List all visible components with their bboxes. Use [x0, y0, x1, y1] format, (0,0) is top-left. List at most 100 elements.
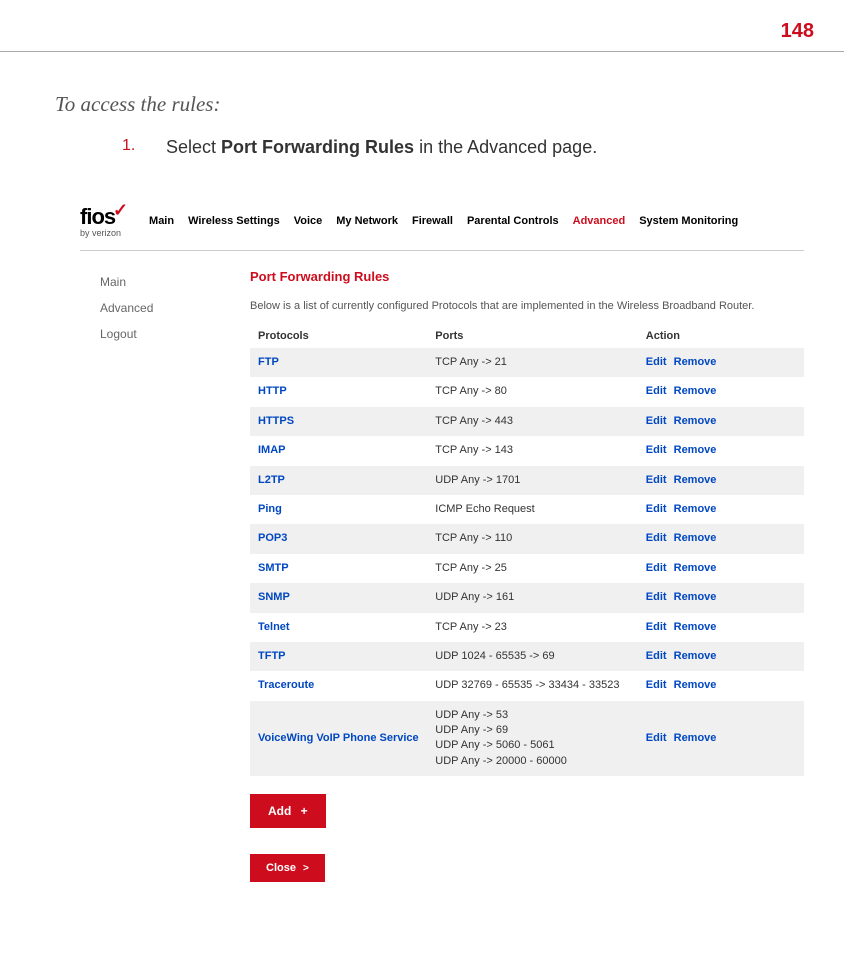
sidebar-item[interactable]: Logout	[100, 321, 250, 347]
remove-link[interactable]: Remove	[674, 621, 717, 633]
ports-cell: TCP Any -> 143	[427, 436, 638, 465]
remove-link[interactable]: Remove	[674, 444, 717, 456]
close-button[interactable]: Close >	[250, 854, 325, 882]
remove-link[interactable]: Remove	[674, 679, 717, 691]
remove-link[interactable]: Remove	[674, 591, 717, 603]
table-row: Ping ICMP Echo Request Edit Remove	[250, 495, 804, 524]
table-row: HTTPS TCP Any -> 443 Edit Remove	[250, 407, 804, 436]
ports-cell: ICMP Echo Request	[427, 495, 638, 524]
edit-link[interactable]: Edit	[646, 732, 667, 744]
edit-link[interactable]: Edit	[646, 444, 667, 456]
router-screenshot: fios ✓ by verizon Main Wireless Settings V…	[80, 198, 804, 882]
edit-link[interactable]: Edit	[646, 415, 667, 427]
remove-link[interactable]: Remove	[674, 474, 717, 486]
table-row: VoiceWing VoIP Phone ServiceUDP Any -> 5…	[250, 701, 804, 777]
chevron-right-icon: >	[303, 863, 309, 874]
table-row: SMTP TCP Any -> 25 Edit Remove	[250, 554, 804, 583]
remove-link[interactable]: Remove	[674, 415, 717, 427]
protocol-link[interactable]: IMAP	[258, 444, 286, 456]
ports-cell: UDP 1024 - 65535 -> 69	[427, 642, 638, 671]
remove-link[interactable]: Remove	[674, 732, 717, 744]
step-number: 1.	[122, 137, 135, 155]
remove-link[interactable]: Remove	[674, 385, 717, 397]
table-row: Telnet TCP Any -> 23 Edit Remove	[250, 613, 804, 642]
topnav-item[interactable]: Firewall	[412, 215, 453, 227]
remove-link[interactable]: Remove	[674, 650, 717, 662]
add-button-label: Add	[268, 804, 291, 818]
page-description: Below is a list of currently configured …	[250, 300, 804, 324]
topnav-item[interactable]: Advanced	[573, 215, 626, 227]
table-row: POP3 TCP Any -> 110 Edit Remove	[250, 524, 804, 553]
topnav-item[interactable]: Main	[149, 215, 174, 227]
table-row: TFTP UDP 1024 - 65535 -> 69 Edit Remove	[250, 642, 804, 671]
ports-cell: TCP Any -> 23	[427, 613, 638, 642]
protocol-link[interactable]: TFTP	[258, 650, 286, 662]
table-row: FTP TCP Any -> 21 Edit Remove	[250, 348, 804, 377]
main-content: Port Forwarding Rules Below is a list of…	[250, 265, 804, 882]
col-ports: Ports	[427, 324, 638, 348]
sidebar-item[interactable]: Main	[100, 269, 250, 295]
edit-link[interactable]: Edit	[646, 503, 667, 515]
ports-cell: TCP Any -> 21	[427, 348, 638, 377]
top-nav: Main Wireless Settings Voice My Network Fire…	[141, 215, 804, 227]
ports-cell: UDP Any -> 1701	[427, 466, 638, 495]
edit-link[interactable]: Edit	[646, 679, 667, 691]
ports-cell: TCP Any -> 80	[427, 377, 638, 406]
sidebar-item[interactable]: Advanced	[100, 295, 250, 321]
protocol-link[interactable]: SNMP	[258, 591, 290, 603]
ports-cell: UDP 32769 - 65535 -> 33434 - 33523	[427, 671, 638, 700]
protocol-link[interactable]: HTTPS	[258, 415, 294, 427]
step-text-bold: Port Forwarding Rules	[221, 137, 414, 157]
page-number: 148	[0, 0, 844, 51]
remove-link[interactable]: Remove	[674, 356, 717, 368]
protocol-link[interactable]: SMTP	[258, 562, 289, 574]
fios-logo: fios ✓ by verizon	[80, 204, 121, 238]
edit-link[interactable]: Edit	[646, 474, 667, 486]
table-row: Traceroute UDP 32769 - 65535 -> 33434 - 3…	[250, 671, 804, 700]
router-header: fios ✓ by verizon Main Wireless Settings V…	[80, 198, 804, 246]
topnav-item[interactable]: My Network	[336, 215, 398, 227]
remove-link[interactable]: Remove	[674, 562, 717, 574]
protocol-link[interactable]: HTTP	[258, 385, 287, 397]
protocol-link[interactable]: L2TP	[258, 474, 285, 486]
close-button-label: Close	[266, 862, 296, 874]
plus-icon: +	[301, 804, 308, 818]
ports-cell: TCP Any -> 25	[427, 554, 638, 583]
protocol-link[interactable]: Traceroute	[258, 679, 314, 691]
page-title: Port Forwarding Rules	[250, 265, 804, 300]
col-protocols: Protocols	[250, 324, 427, 348]
edit-link[interactable]: Edit	[646, 621, 667, 633]
protocol-link[interactable]: Ping	[258, 503, 282, 515]
topnav-item[interactable]: Wireless Settings	[188, 215, 280, 227]
ports-cell: UDP Any -> 161	[427, 583, 638, 612]
remove-link[interactable]: Remove	[674, 532, 717, 544]
rules-table: Protocols Ports Action FTP TCP Any -> 21 E…	[250, 324, 804, 776]
protocol-link[interactable]: FTP	[258, 356, 279, 368]
edit-link[interactable]: Edit	[646, 650, 667, 662]
topnav-item[interactable]: System Monitoring	[639, 215, 738, 227]
add-button[interactable]: Add +	[250, 794, 326, 828]
edit-link[interactable]: Edit	[646, 562, 667, 574]
ports-cell: TCP Any -> 110	[427, 524, 638, 553]
sidebar: MainAdvancedLogout	[80, 265, 250, 882]
logo-main: fios ✓	[80, 204, 115, 230]
ports-cell: TCP Any -> 443	[427, 407, 638, 436]
step-text-suffix: in the Advanced page.	[414, 137, 597, 157]
verizon-check-icon: ✓	[113, 200, 127, 221]
table-row: HTTP TCP Any -> 80 Edit Remove	[250, 377, 804, 406]
topnav-item[interactable]: Parental Controls	[467, 215, 559, 227]
table-row: L2TP UDP Any -> 1701 Edit Remove	[250, 466, 804, 495]
protocol-link[interactable]: VoiceWing VoIP Phone Service	[258, 732, 419, 744]
remove-link[interactable]: Remove	[674, 503, 717, 515]
edit-link[interactable]: Edit	[646, 532, 667, 544]
step-1: 1. Select Port Forwarding Rules in the A…	[0, 127, 844, 188]
topnav-item[interactable]: Voice	[294, 215, 323, 227]
protocol-link[interactable]: Telnet	[258, 621, 290, 633]
edit-link[interactable]: Edit	[646, 356, 667, 368]
page-divider	[0, 51, 844, 52]
col-action: Action	[638, 324, 804, 348]
edit-link[interactable]: Edit	[646, 385, 667, 397]
intro-heading: To access the rules:	[0, 92, 844, 127]
edit-link[interactable]: Edit	[646, 591, 667, 603]
protocol-link[interactable]: POP3	[258, 532, 287, 544]
